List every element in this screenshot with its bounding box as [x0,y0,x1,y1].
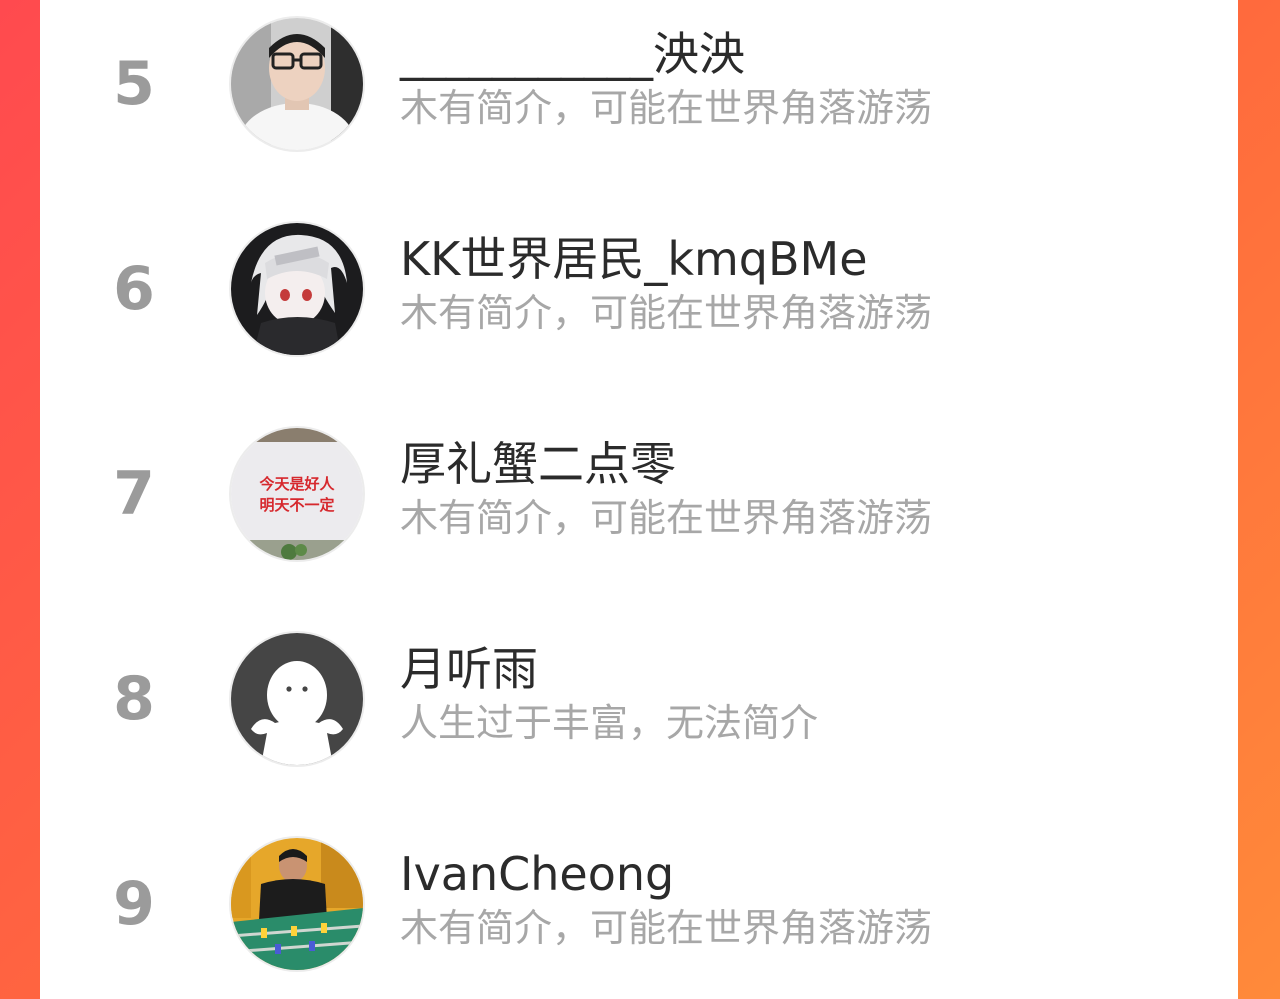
avatar[interactable]: 今天是好人 明天不一定 [231,428,363,560]
rank-number: 5 [113,49,155,119]
user-name: KK世界居民_kmqBMe [400,232,868,286]
avatar[interactable] [231,223,363,355]
avatar-slogan-line2: 明天不一定 [259,496,334,514]
wall-slogan-avatar-icon: 今天是好人 明天不一定 [231,428,363,560]
avatar-slogan-line1: 今天是好人 [258,475,335,493]
user-bio: 木有简介，可能在世界角落游荡 [400,496,933,540]
avatar[interactable] [231,633,363,765]
user-name: 月听雨 [400,642,538,696]
ranking-card: 5 ___________泱泱 木有简介，可能在世界角落游荡 6 KK世界居民_… [40,0,1238,999]
user-bio: 木有简介，可能在世界角落游荡 [400,906,933,950]
rank-number: 8 [113,664,155,734]
rank-number: 9 [113,869,155,939]
anime-character-avatar-icon [231,223,363,355]
rank-number: 7 [113,459,155,529]
user-bio: 木有简介，可能在世界角落游荡 [400,86,933,130]
user-name: 厚礼蟹二点零 [400,437,676,491]
ranking-row[interactable]: 7 今天是好人 明天不一定 厚礼蟹二点零 木有简介，可能在世界角落游荡 [40,415,1238,575]
ranking-row[interactable]: 6 KK世界居民_kmqBMe 木有简介，可能在世界角落游荡 [40,210,1238,370]
rank-number: 6 [113,254,155,324]
user-photo-glasses-icon [231,18,363,150]
avatar[interactable] [231,18,363,150]
avatar[interactable] [231,838,363,970]
ranking-row[interactable]: 5 ___________泱泱 木有简介，可能在世界角落游荡 [40,5,1238,165]
user-bio: 人生过于丰富，无法简介 [400,701,819,745]
ranking-row[interactable]: 9 IvanCheong 木有简介，可能在世界角落游荡 [40,825,1238,985]
default-user-avatar-icon [231,633,363,765]
user-bio: 木有简介，可能在世界角落游荡 [400,291,933,335]
user-name: ___________泱泱 [400,27,745,81]
ranking-row[interactable]: 8 月听雨 人生过于丰富，无法简介 [40,620,1238,780]
user-name: IvanCheong [400,847,675,901]
foosball-photo-avatar-icon [231,838,363,970]
